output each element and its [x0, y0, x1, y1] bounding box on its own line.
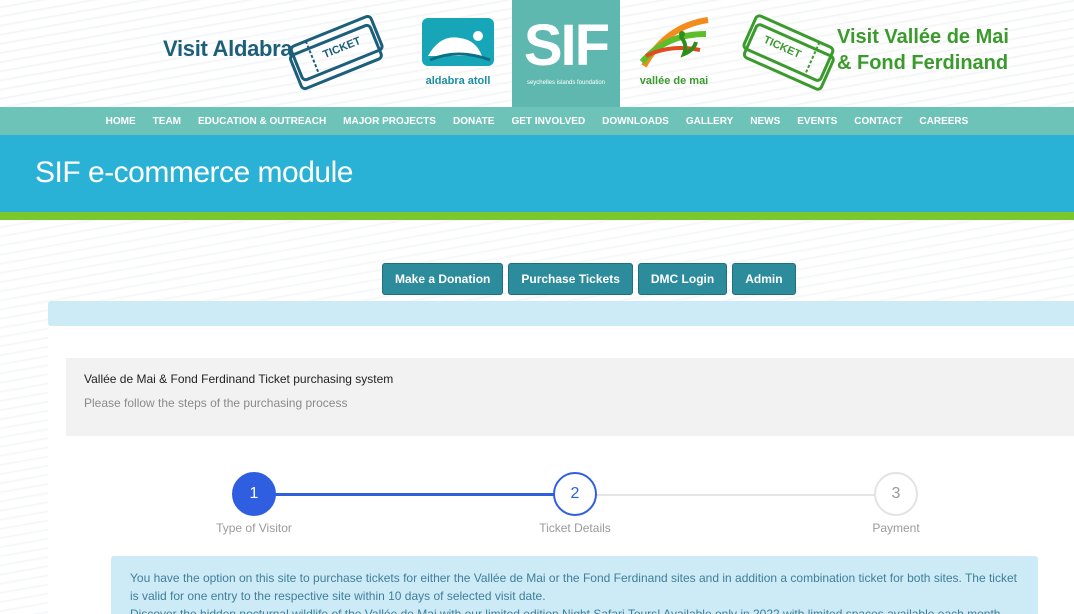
step-remaining-line: [576, 494, 896, 496]
step-1-label: Type of Visitor: [216, 521, 292, 535]
site-header: Visit Aldabra TICKET aldabra atoll SIF s…: [0, 0, 1074, 107]
nav-donate[interactable]: DONATE: [453, 116, 494, 127]
visit-vallee-title[interactable]: Visit Vallée de Mai & Fond Ferdinand: [837, 24, 1009, 76]
admin-button[interactable]: Admin: [732, 263, 796, 295]
vallee-de-mai-logo[interactable]: vallée de mai: [634, 16, 714, 87]
purchase-tickets-button[interactable]: Purchase Tickets: [508, 263, 633, 295]
step-3-label: Payment: [872, 521, 920, 535]
action-buttons: Make a Donation Purchase Tickets DMC Log…: [382, 263, 796, 295]
dmc-login-button[interactable]: DMC Login: [637, 263, 728, 295]
step-2-circle[interactable]: 2: [553, 472, 597, 516]
accent-divider: [0, 212, 1074, 220]
nav-education-outreach[interactable]: EDUCATION & OUTREACH: [198, 116, 326, 127]
page-title: SIF e-commerce module: [35, 156, 353, 189]
nav-home[interactable]: HOME: [106, 116, 136, 127]
aldabra-ticket-icon[interactable]: TICKET: [286, 6, 388, 92]
visit-vallee-line2: & Fond Ferdinand: [837, 52, 1009, 74]
description-paragraph-1: You have the option on this site to purc…: [130, 571, 1017, 603]
svg-text:TICKET: TICKET: [321, 35, 363, 61]
step-3-circle[interactable]: 3: [874, 472, 918, 516]
nav-contact[interactable]: CONTACT: [854, 116, 902, 127]
alert-bar: [48, 301, 1074, 326]
step-progress-line: [254, 493, 576, 496]
nav-gallery[interactable]: GALLERY: [686, 116, 733, 127]
visit-vallee-line1: Visit Vallée de Mai: [837, 26, 1009, 48]
nav-team[interactable]: TEAM: [153, 116, 181, 127]
make-donation-button[interactable]: Make a Donation: [382, 263, 504, 295]
palm-gecko-icon: [639, 17, 709, 68]
nav-downloads[interactable]: DOWNLOADS: [602, 116, 669, 127]
system-info-box: Vallée de Mai & Fond Ferdinand Ticket pu…: [66, 358, 1074, 436]
nav-careers[interactable]: CAREERS: [919, 116, 968, 127]
step-1-circle[interactable]: 1: [232, 472, 276, 516]
nav-events[interactable]: EVENTS: [797, 116, 837, 127]
step-2-label: Ticket Details: [539, 521, 611, 535]
nav-major-projects[interactable]: MAJOR PROJECTS: [343, 116, 436, 127]
nav-news[interactable]: NEWS: [750, 116, 780, 127]
page-banner: SIF e-commerce module: [0, 135, 1074, 212]
vallee-ticket-icon[interactable]: TICKET: [738, 6, 838, 92]
sif-logo[interactable]: SIF seychelles islands foundation: [512, 0, 620, 107]
system-subtitle: Please follow the steps of the purchasin…: [84, 396, 348, 410]
nav-get-involved[interactable]: GET INVOLVED: [511, 116, 585, 127]
main-nav: HOME TEAM EDUCATION & OUTREACH MAJOR PRO…: [0, 107, 1074, 135]
system-title: Vallée de Mai & Fond Ferdinand Ticket pu…: [84, 372, 394, 386]
tortoise-icon: [422, 18, 494, 66]
ticket-description: You have the option on this site to purc…: [111, 556, 1038, 614]
visit-aldabra-title[interactable]: Visit Aldabra: [163, 36, 293, 62]
description-paragraph-2: Discover the hidden nocturnal wildlife o…: [130, 607, 1004, 614]
aldabra-atoll-logo[interactable]: aldabra atoll: [418, 16, 498, 87]
